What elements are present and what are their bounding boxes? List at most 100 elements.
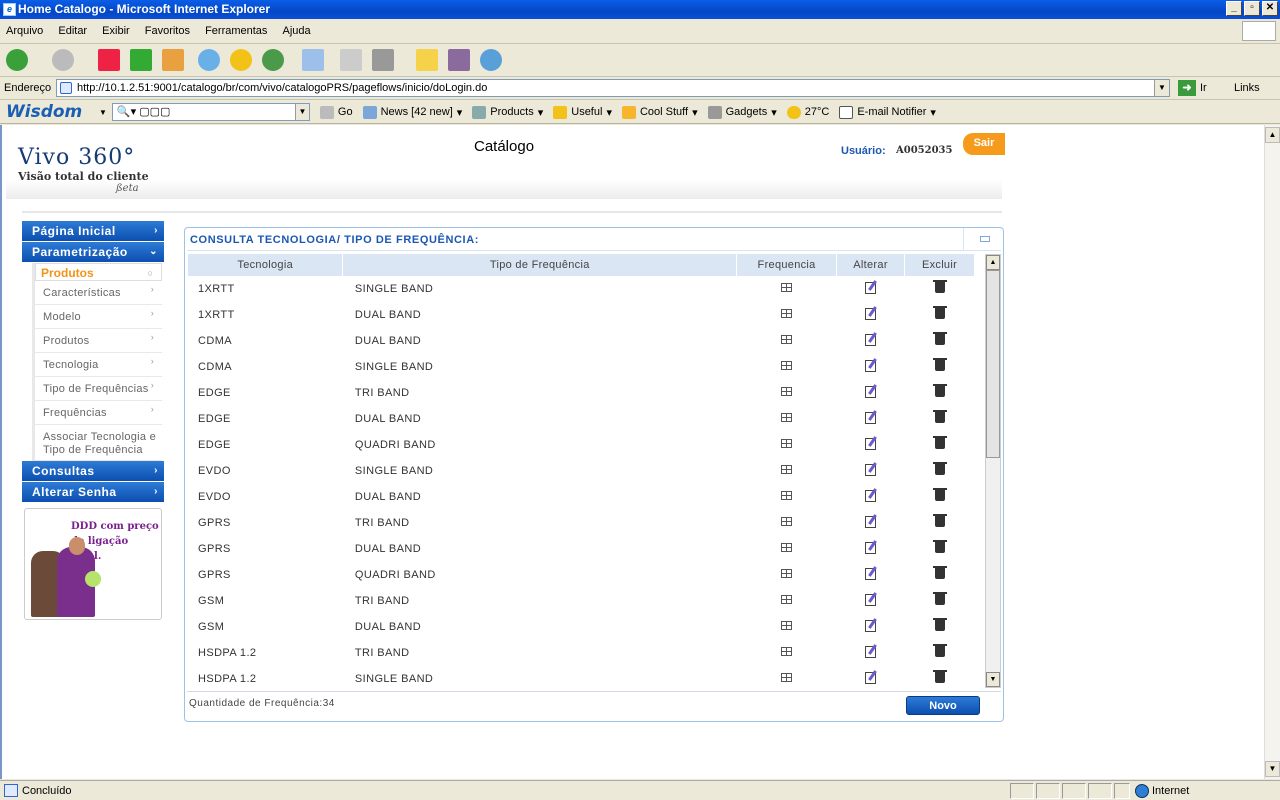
- links-button[interactable]: Links: [1234, 82, 1260, 94]
- nav-sub-tipo-frequencias[interactable]: Tipo de Frequências ›: [35, 377, 162, 401]
- wisdom-logo[interactable]: Wisdom: [6, 102, 96, 122]
- scroll-down-arrow-icon[interactable]: ▼: [1265, 761, 1280, 777]
- edit-icon[interactable]: [865, 619, 877, 632]
- trash-icon[interactable]: [932, 280, 947, 293]
- history-icon[interactable]: [262, 49, 284, 71]
- minimize-button[interactable]: _: [1226, 1, 1242, 16]
- nav-sub-frequencias[interactable]: Frequências ›: [35, 401, 162, 425]
- nav-sub-associar[interactable]: Associar Tecnologia e Tipo de Frequência: [35, 425, 162, 461]
- col-tecnologia[interactable]: Tecnologia: [188, 254, 344, 276]
- page-scrollbar[interactable]: ▲ ▼: [1264, 125, 1280, 779]
- frequency-grid-icon[interactable]: [781, 647, 793, 656]
- print-icon[interactable]: [340, 49, 362, 71]
- trash-icon[interactable]: [932, 540, 947, 553]
- edit-icon[interactable]: [865, 281, 877, 294]
- search-icon[interactable]: [198, 49, 220, 71]
- trash-icon[interactable]: [932, 670, 947, 683]
- edit-icon[interactable]: [865, 593, 877, 606]
- panel-minimize[interactable]: [963, 228, 1003, 250]
- frequency-grid-icon[interactable]: [781, 309, 793, 318]
- col-tipo-frequencia[interactable]: Tipo de Frequência: [342, 254, 738, 276]
- back-icon[interactable]: [6, 49, 28, 71]
- edit-icon[interactable]: [865, 359, 877, 372]
- edit-icon[interactable]: [865, 541, 877, 554]
- menu-ferramentas[interactable]: Ferramentas: [205, 25, 267, 37]
- nav-sub-caracteristicas[interactable]: Características ›: [35, 281, 162, 305]
- trash-icon[interactable]: [932, 358, 947, 371]
- go-arrow-icon[interactable]: ➜: [1178, 80, 1196, 96]
- trash-icon[interactable]: [932, 592, 947, 605]
- frequency-grid-icon[interactable]: [781, 595, 793, 604]
- frequency-grid-icon[interactable]: [781, 621, 793, 630]
- frequency-grid-icon[interactable]: [781, 439, 793, 448]
- edit-icon[interactable]: [865, 411, 877, 424]
- menu-arquivo[interactable]: Arquivo: [6, 25, 43, 37]
- nav-sub-tecnologia[interactable]: Tecnologia ›: [35, 353, 162, 377]
- edit-icon[interactable]: [865, 385, 877, 398]
- edit-icon[interactable]: [865, 437, 877, 450]
- frequency-grid-icon[interactable]: [781, 569, 793, 578]
- nav-consultas[interactable]: Consultas ›: [22, 461, 164, 481]
- edit-icon[interactable]: [865, 515, 877, 528]
- menu-editar[interactable]: Editar: [58, 25, 87, 37]
- wisdom-cool-stuff[interactable]: Cool Stuff ▾: [621, 105, 698, 119]
- nav-sub-produtos-active[interactable]: Produtos ○: [35, 263, 162, 281]
- scroll-up-arrow-icon[interactable]: ▲: [1265, 127, 1280, 143]
- frequency-grid-icon[interactable]: [781, 283, 793, 292]
- trash-icon[interactable]: [932, 332, 947, 345]
- scroll-down-arrow-icon[interactable]: ▼: [986, 672, 1000, 687]
- wisdom-search-input[interactable]: 🔍▾ ▢▢▢ ▼: [111, 103, 310, 121]
- nav-parametrizacao[interactable]: Parametrização ⌄: [22, 242, 164, 262]
- favorites-icon[interactable]: [230, 49, 252, 71]
- edit-icon[interactable]: [865, 489, 877, 502]
- close-button[interactable]: ✕: [1262, 1, 1278, 16]
- frequency-grid-icon[interactable]: [781, 361, 793, 370]
- mail-icon[interactable]: [302, 49, 324, 71]
- trash-icon[interactable]: [932, 384, 947, 397]
- promo-banner[interactable]: DDD com preço de ligação local.: [24, 508, 162, 620]
- frequency-grid-icon[interactable]: [781, 543, 793, 552]
- go-button[interactable]: Ir: [1200, 82, 1207, 94]
- frequency-grid-icon[interactable]: [781, 517, 793, 526]
- wisdom-weather[interactable]: 27°C: [786, 105, 829, 119]
- maximize-button[interactable]: ▫: [1244, 1, 1260, 16]
- frequency-grid-icon[interactable]: [781, 413, 793, 422]
- scroll-thumb[interactable]: [986, 270, 1000, 458]
- trash-icon[interactable]: [932, 436, 947, 449]
- refresh-icon[interactable]: [130, 49, 152, 71]
- menu-ajuda[interactable]: Ajuda: [282, 25, 310, 37]
- address-dropdown[interactable]: ▼: [1154, 80, 1169, 96]
- trash-icon[interactable]: [932, 618, 947, 631]
- menu-exibir[interactable]: Exibir: [102, 25, 130, 37]
- research-icon[interactable]: [448, 49, 470, 71]
- frequency-grid-icon[interactable]: [781, 491, 793, 500]
- table-scrollbar[interactable]: ▲ ▼: [985, 254, 1001, 688]
- scroll-up-arrow-icon[interactable]: ▲: [986, 255, 1000, 270]
- wisdom-search-dropdown[interactable]: ▼: [294, 104, 309, 120]
- frequency-grid-icon[interactable]: [781, 673, 793, 682]
- logout-button[interactable]: Sair: [963, 133, 1005, 155]
- edit-icon[interactable]: [865, 671, 877, 684]
- wisdom-menu-arrow[interactable]: ▼: [99, 108, 107, 117]
- address-input[interactable]: http://10.1.2.51:9001/catalogo/br/com/vi…: [56, 79, 1170, 97]
- wisdom-products[interactable]: Products ▾: [472, 105, 543, 119]
- nav-sub-modelo[interactable]: Modelo ›: [35, 305, 162, 329]
- trash-icon[interactable]: [932, 306, 947, 319]
- frequency-grid-icon[interactable]: [781, 465, 793, 474]
- edit-icon[interactable]: [372, 49, 394, 71]
- edit-icon[interactable]: [865, 333, 877, 346]
- notes-icon[interactable]: [416, 49, 438, 71]
- forward-icon[interactable]: [52, 49, 74, 71]
- wisdom-go[interactable]: Go: [319, 105, 353, 119]
- trash-icon[interactable]: [932, 462, 947, 475]
- wisdom-news[interactable]: News [42 new] ▾: [362, 105, 462, 119]
- trash-icon[interactable]: [932, 514, 947, 527]
- edit-icon[interactable]: [865, 463, 877, 476]
- edit-icon[interactable]: [865, 307, 877, 320]
- trash-icon[interactable]: [932, 566, 947, 579]
- frequency-grid-icon[interactable]: [781, 387, 793, 396]
- wisdom-gadgets[interactable]: Gadgets ▾: [707, 105, 777, 119]
- nav-sub-produtos[interactable]: Produtos ›: [35, 329, 162, 353]
- trash-icon[interactable]: [932, 644, 947, 657]
- home-icon[interactable]: [162, 49, 184, 71]
